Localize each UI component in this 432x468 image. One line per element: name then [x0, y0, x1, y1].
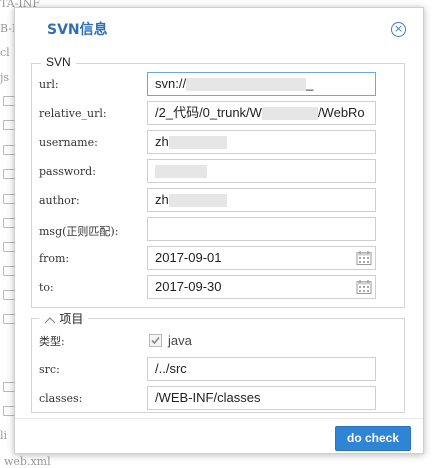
msg-label: msg(正则匹配):	[39, 225, 119, 238]
classes-value: /WEB-INF/classes	[155, 390, 261, 405]
tree-line: js	[0, 71, 10, 84]
relative-url-value: /2_代码/0_trunk/W	[155, 105, 262, 120]
classes-label: classes:	[39, 392, 83, 405]
redacted-text	[168, 194, 227, 208]
type-label: 类型:	[39, 335, 65, 348]
from-date-input[interactable]: 2017-09-01	[147, 246, 376, 270]
url-input[interactable]: svn:// _	[147, 72, 376, 96]
calendar-icon[interactable]	[356, 279, 372, 295]
chevron-up-icon	[44, 316, 56, 324]
src-value: /../src	[155, 361, 187, 376]
svn-panel	[31, 63, 405, 308]
dialog-title: SVN信息	[47, 22, 108, 38]
do-check-button[interactable]: do check	[335, 426, 411, 451]
author-label: author:	[39, 194, 80, 207]
username-value: zh	[155, 134, 169, 149]
svn-panel-legend: SVN	[41, 55, 76, 69]
username-input[interactable]: zh	[147, 130, 376, 154]
redacted-text	[261, 107, 318, 121]
author-input[interactable]: zh	[147, 188, 376, 212]
redacted-text	[168, 136, 227, 150]
relative-url-input[interactable]: /2_代码/0_trunk/W/WebRo	[147, 101, 376, 125]
to-label: to:	[39, 281, 54, 294]
java-checkbox-label[interactable]: java	[168, 333, 192, 348]
tree-line: web.xml	[4, 455, 51, 468]
redacted-text	[186, 78, 307, 92]
url-value-suffix: _	[306, 76, 314, 91]
msg-input[interactable]	[147, 217, 376, 241]
password-input[interactable]	[147, 159, 376, 183]
to-date-input[interactable]: 2017-09-30	[147, 275, 376, 299]
to-date-value: 2017-09-30	[155, 279, 222, 294]
tree-line: cl	[0, 46, 10, 59]
checkmark-icon	[151, 336, 160, 345]
username-label: username:	[39, 136, 98, 149]
src-label: src:	[39, 363, 60, 376]
footer-divider	[15, 418, 423, 419]
project-panel-legend[interactable]: 项目	[39, 310, 89, 327]
relative-url-value-suffix: /WebRo	[317, 105, 365, 120]
from-label: from:	[39, 252, 70, 265]
src-input[interactable]: /../src	[147, 357, 376, 381]
calendar-icon[interactable]	[356, 250, 372, 266]
url-value: svn://	[155, 76, 187, 91]
redacted-text	[155, 165, 207, 179]
relative-url-label: relative_url:	[39, 107, 107, 120]
from-date-value: 2017-09-01	[155, 250, 222, 265]
svn-info-dialog: SVN信息 × SVN url: svn:// _ relative_url: /…	[14, 7, 424, 454]
java-checkbox[interactable]	[149, 334, 162, 347]
author-value: zh	[155, 192, 169, 207]
tree-line: li	[0, 429, 8, 442]
url-label: url:	[39, 78, 59, 91]
password-label: password:	[39, 165, 96, 178]
close-icon[interactable]: ×	[391, 22, 406, 37]
project-panel-legend-label: 项目	[59, 312, 84, 326]
classes-input[interactable]: /WEB-INF/classes	[147, 386, 376, 410]
